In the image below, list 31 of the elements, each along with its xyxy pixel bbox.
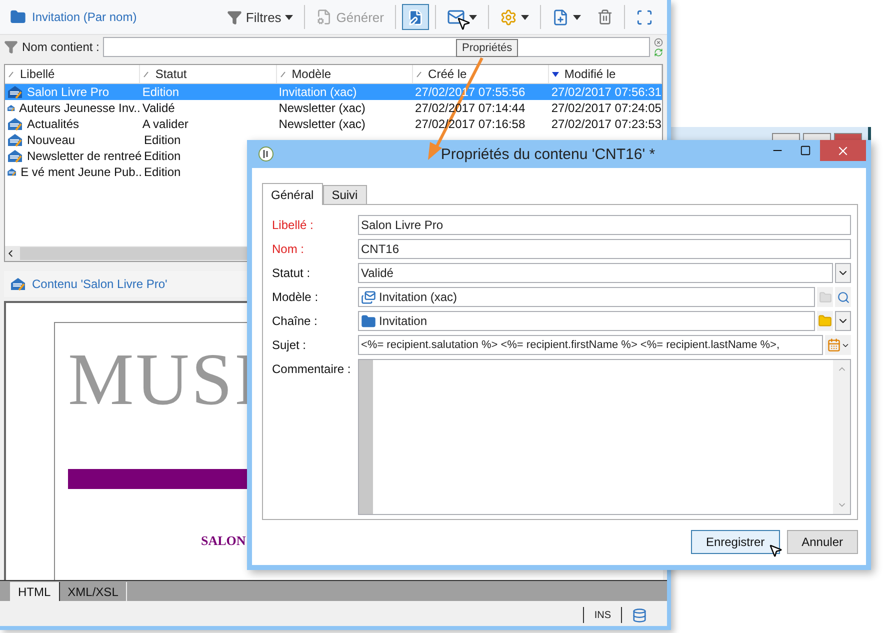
field-label: Libellé : bbox=[272, 218, 314, 232]
field-label: Sujet : bbox=[272, 338, 308, 352]
table-cell: Validé bbox=[142, 101, 175, 115]
table-cell: Newsletter (xac) bbox=[278, 117, 366, 131]
table-cell: Newsletter de rentreé bbox=[27, 149, 142, 163]
table-cell: E vé ment Jeune Pub.. bbox=[20, 165, 142, 179]
field-label: Modèle : bbox=[272, 290, 320, 304]
field-label: Statut : bbox=[272, 266, 312, 280]
table-cell: A valider bbox=[142, 117, 188, 131]
tooltip: Propriétés bbox=[456, 39, 518, 57]
table-cell: Actualités bbox=[27, 117, 80, 131]
table-cell: 27/02/2017 07:23:53 bbox=[551, 117, 662, 131]
dialog-title: Propriétés du contenu 'CNT16' * bbox=[440, 146, 656, 162]
preview-subheading: SALON bbox=[201, 533, 246, 549]
table-cell: Edition bbox=[144, 133, 181, 147]
field-label: Nom : bbox=[272, 242, 306, 256]
table-cell: Invitation (xac) bbox=[278, 85, 357, 99]
table-cell: Edition bbox=[144, 165, 181, 179]
table-cell: Salon Livre Pro bbox=[27, 85, 110, 99]
table-cell: 27/02/2017 07:24:05 bbox=[551, 101, 662, 115]
table-cell: Edition bbox=[142, 85, 180, 99]
table-cell: Newsletter (xac) bbox=[278, 101, 366, 115]
field-label: Chaîne : bbox=[272, 314, 318, 328]
table-cell: 27/02/2017 07:56:31 bbox=[551, 85, 662, 99]
table-cell: Auteurs Jeunesse Inv.. bbox=[19, 101, 140, 115]
table-cell: Nouveau bbox=[27, 133, 76, 147]
insert-mode-indicator: INS bbox=[594, 610, 611, 620]
filter-label: Nom contient : bbox=[22, 40, 100, 54]
content-title: Contenu 'Salon Livre Pro' bbox=[32, 277, 168, 291]
field-label: Commentaire : bbox=[272, 361, 352, 376]
table-cell: Edition bbox=[144, 149, 181, 163]
